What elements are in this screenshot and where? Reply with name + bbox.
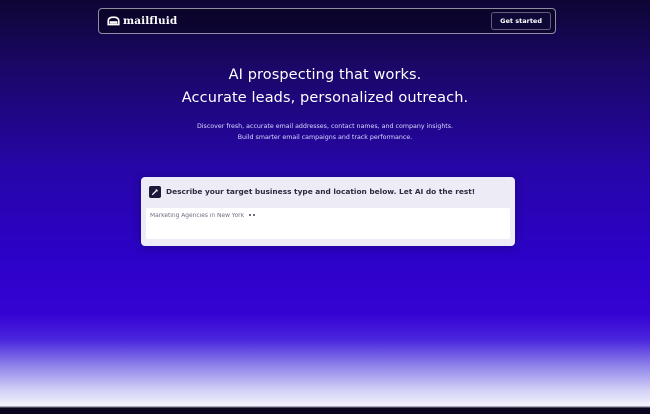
hero-subtext-line1: Discover fresh, accurate email addresses…: [196, 123, 454, 130]
get-started-button[interactable]: Get started: [491, 12, 551, 30]
hero-headline-line2: Accurate leads, personalized outreach.: [181, 90, 469, 106]
mailbox-icon: [107, 16, 120, 26]
prompt-card: Describe your target business type and l…: [141, 177, 515, 246]
hero-headline-line1: AI prospecting that works.: [228, 67, 422, 83]
brand-logo[interactable]: mailfluid: [107, 14, 177, 28]
prompt-card-header: Describe your target business type and l…: [149, 186, 475, 198]
typing-indicator-icon: [249, 214, 255, 216]
hero-subtext-line2: Build smarter email campaigns and track …: [237, 134, 413, 141]
top-navbar: mailfluid Get started: [98, 8, 556, 34]
brand-name: mailfluid: [123, 15, 178, 27]
prompt-input[interactable]: [150, 211, 370, 221]
prompt-textarea-container[interactable]: [146, 208, 510, 239]
prompt-card-title: Describe your target business type and l…: [166, 187, 476, 196]
edit-icon: [149, 186, 161, 198]
